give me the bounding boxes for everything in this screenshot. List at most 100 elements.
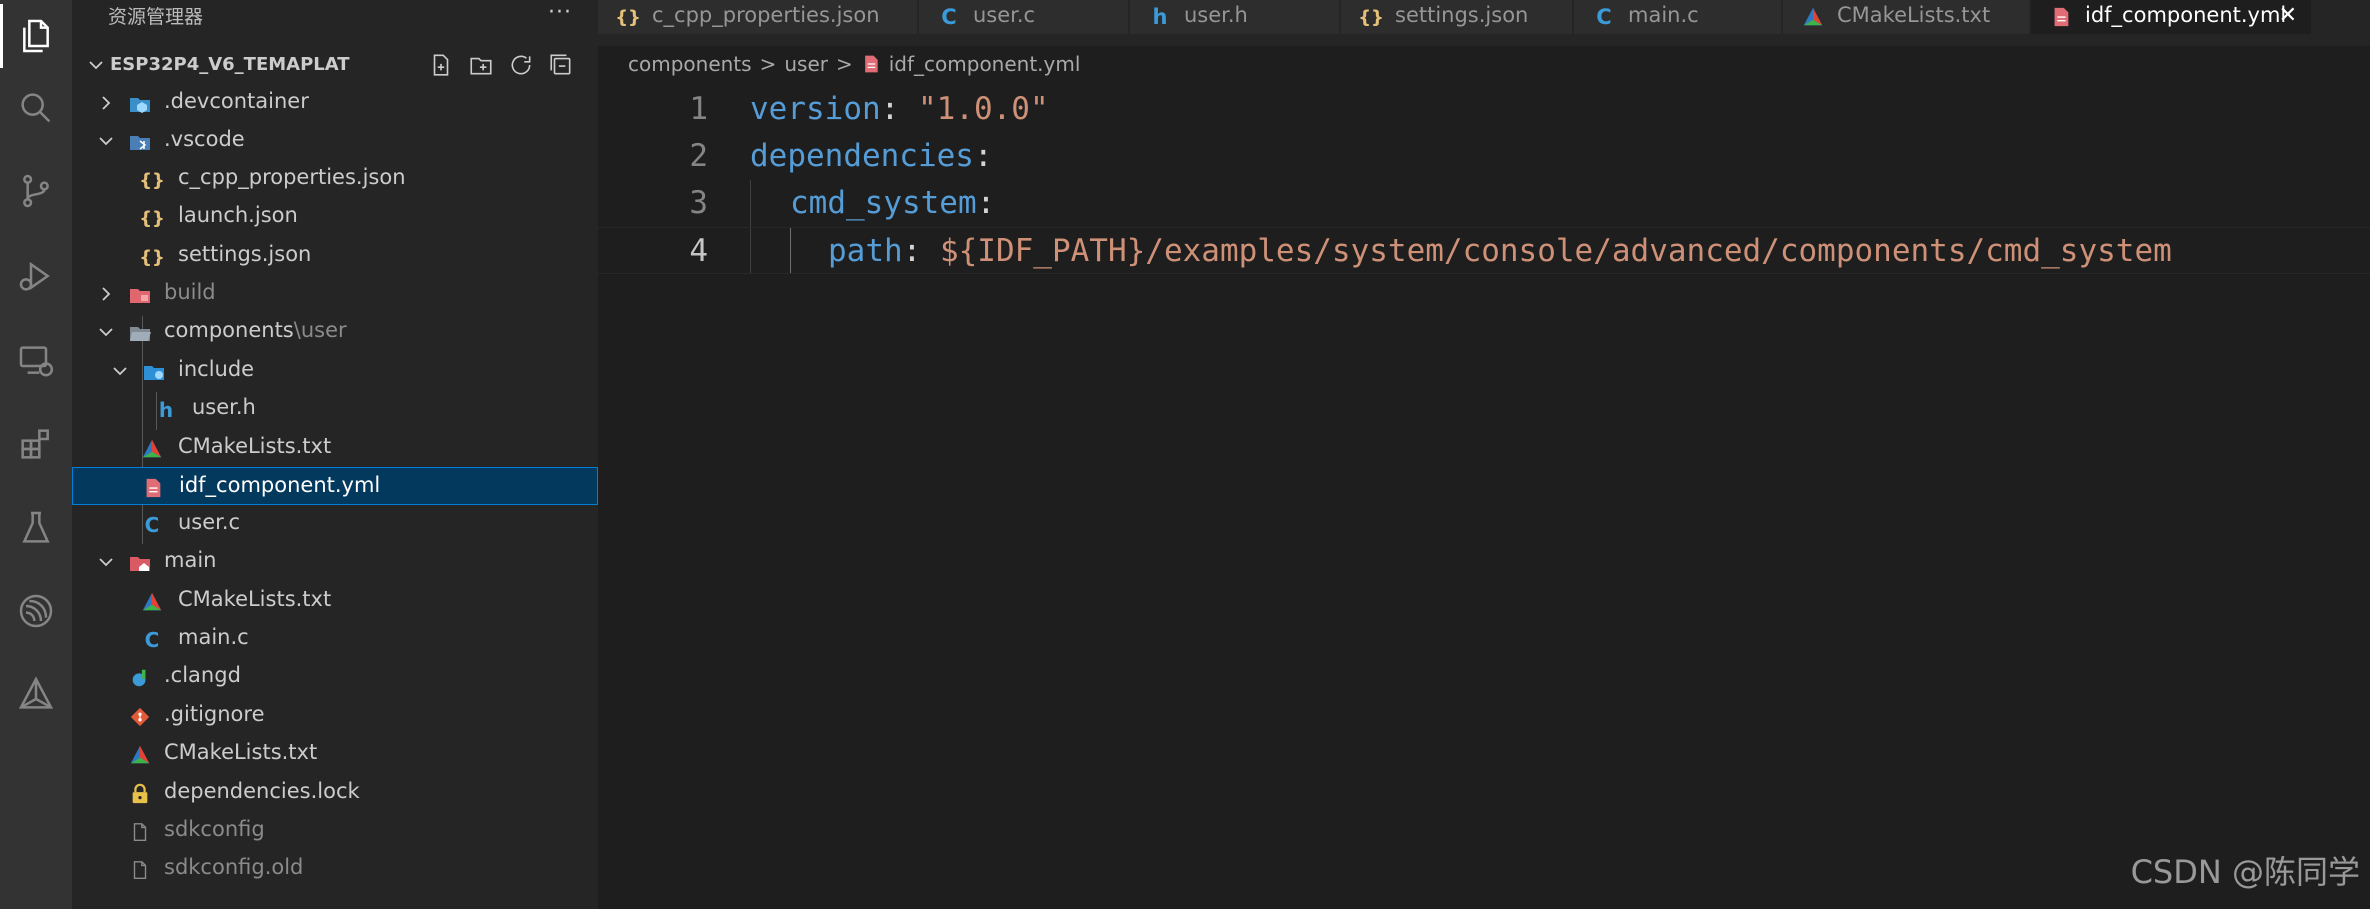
cmake-file-icon bbox=[1801, 4, 1825, 30]
c-file-icon: C bbox=[941, 5, 957, 29]
code-text: dependencies: bbox=[750, 138, 993, 174]
json-file-icon: {} bbox=[615, 6, 641, 28]
breadcrumb-separator: > bbox=[759, 52, 777, 76]
tree-item-gitignore[interactable]: .gitignore bbox=[72, 697, 598, 735]
tree-item-dependencies-lock[interactable]: dependencies.lock bbox=[72, 774, 598, 812]
clangd-file-icon bbox=[128, 666, 152, 690]
chevron-down-icon bbox=[99, 558, 113, 567]
tab-settings-json[interactable]: {} settings.json bbox=[1341, 0, 1573, 34]
more-actions-icon[interactable]: ··· bbox=[548, 0, 572, 26]
tree-item-components[interactable]: components\user bbox=[72, 313, 598, 351]
tab-main-c[interactable]: C main.c bbox=[1574, 0, 1782, 34]
include-folder-icon bbox=[142, 360, 166, 384]
refresh-icon[interactable] bbox=[508, 52, 534, 78]
chevron-down-icon bbox=[113, 367, 127, 376]
breadcrumb-item-file[interactable]: idf_component.yml bbox=[861, 52, 1081, 76]
tab-user-h[interactable]: h user.h bbox=[1130, 0, 1340, 34]
tree-item-user-c[interactable]: C user.c bbox=[72, 505, 598, 543]
yml-file-icon bbox=[864, 55, 878, 73]
tree-item-label: build bbox=[164, 280, 216, 304]
project-header[interactable]: ESP32P4_V6_TEMAPLAT bbox=[72, 48, 598, 82]
tree-item-sdkconfig[interactable]: sdkconfig bbox=[72, 812, 598, 850]
file-icon bbox=[128, 820, 152, 844]
new-file-icon[interactable] bbox=[428, 52, 454, 78]
tab-c-cpp-properties[interactable]: {} c_cpp_properties.json bbox=[598, 0, 918, 34]
tree-item-label: settings.json bbox=[178, 242, 312, 266]
tab-label: user.h bbox=[1184, 3, 1248, 27]
explorer-title: 资源管理器 bbox=[108, 5, 204, 28]
tree-item-devcontainer[interactable]: .devcontainer bbox=[72, 84, 598, 122]
tab-label: settings.json bbox=[1395, 3, 1529, 27]
tree-item-label: CMakeLists.txt bbox=[178, 434, 332, 458]
collapse-all-icon[interactable] bbox=[548, 52, 574, 78]
tree-item-label: main bbox=[164, 548, 217, 572]
tree-item-cmakelists-user[interactable]: CMakeLists.txt bbox=[72, 429, 598, 467]
tab-idf-component-yml[interactable]: idf_component.yml ✕ bbox=[2031, 0, 2312, 34]
cmake-file-icon bbox=[128, 743, 152, 767]
json-file-icon: {} bbox=[139, 207, 165, 229]
vscode-folder-icon bbox=[128, 130, 152, 154]
h-file-icon: h bbox=[158, 398, 174, 422]
tree-item-label: .devcontainer bbox=[164, 89, 309, 113]
watermark: CSDN @陈同学 bbox=[2130, 853, 2360, 891]
cmake-icon[interactable] bbox=[0, 658, 72, 730]
tree-item-label: main.c bbox=[178, 625, 249, 649]
tree-item-user-h[interactable]: h user.h bbox=[72, 390, 598, 428]
tree-item-c-cpp-properties[interactable]: {} c_cpp_properties.json bbox=[72, 160, 598, 198]
tree-item-main[interactable]: main bbox=[72, 543, 598, 581]
tree-item-clangd[interactable]: .clangd bbox=[72, 658, 598, 696]
search-icon[interactable] bbox=[0, 72, 72, 144]
tree-item-cmakelists-root[interactable]: CMakeLists.txt bbox=[72, 735, 598, 773]
tree-item-build[interactable]: build bbox=[72, 275, 598, 313]
source-control-icon[interactable] bbox=[0, 155, 72, 227]
breadcrumb-item[interactable]: user bbox=[784, 52, 828, 76]
tab-label: user.c bbox=[973, 3, 1036, 27]
yml-file-icon bbox=[141, 476, 165, 500]
new-folder-icon[interactable] bbox=[468, 52, 494, 78]
json-file-icon: {} bbox=[139, 246, 165, 268]
line-number: 2 bbox=[689, 138, 708, 174]
tab-label: c_cpp_properties.json bbox=[652, 3, 880, 27]
tab-cmakelists[interactable]: CMakeLists.txt bbox=[1783, 0, 2030, 34]
espressif-icon[interactable] bbox=[0, 575, 72, 647]
tree-item-idf-component-yml[interactable]: idf_component.yml bbox=[72, 467, 598, 505]
tree-item-label: idf_component.yml bbox=[179, 473, 381, 497]
tree-item-main-c[interactable]: C main.c bbox=[72, 620, 598, 658]
code-line: 2 dependencies: bbox=[598, 133, 2370, 180]
run-debug-icon[interactable] bbox=[0, 240, 72, 312]
breadcrumb-item[interactable]: components bbox=[628, 52, 752, 76]
cmake-file-icon bbox=[140, 590, 164, 614]
breadcrumb: components > user > idf_component.yml bbox=[598, 46, 2370, 82]
tab-label: main.c bbox=[1628, 3, 1699, 27]
explorer-icon[interactable] bbox=[0, 0, 72, 72]
tab-user-c[interactable]: C user.c bbox=[919, 0, 1129, 34]
tree-item-label: user.h bbox=[192, 395, 256, 419]
code-editor[interactable]: 1 version: "1.0.0" 2 dependencies: 3 cmd… bbox=[598, 82, 2370, 909]
breadcrumb-file-label: idf_component.yml bbox=[888, 52, 1081, 76]
tree-item-sdkconfig-old[interactable]: sdkconfig.old bbox=[72, 850, 598, 888]
devcontainer-folder-icon bbox=[128, 92, 152, 116]
tree-item-label: sdkconfig bbox=[164, 817, 265, 841]
chevron-right-icon bbox=[102, 96, 111, 110]
tree-item-cmakelists-main[interactable]: CMakeLists.txt bbox=[72, 582, 598, 620]
tree-item-include[interactable]: include bbox=[72, 352, 598, 390]
chevron-down-icon bbox=[99, 137, 113, 146]
tree-item-launch-json[interactable]: {} launch.json bbox=[72, 198, 598, 236]
tree-item-label: sdkconfig.old bbox=[164, 855, 304, 879]
tree-item-label: user.c bbox=[178, 510, 241, 534]
remote-explorer-icon[interactable] bbox=[0, 325, 72, 397]
tree-item-label: include bbox=[178, 357, 255, 381]
tree-item-label: components\user bbox=[164, 318, 347, 342]
tab-label: idf_component.yml bbox=[2085, 3, 2287, 27]
tree-item-settings-json[interactable]: {} settings.json bbox=[72, 237, 598, 275]
tree-item-label: c_cpp_properties.json bbox=[178, 165, 406, 189]
lock-file-icon bbox=[128, 782, 152, 806]
extensions-icon[interactable] bbox=[0, 408, 72, 480]
testing-icon[interactable] bbox=[0, 492, 72, 564]
tree-item-label: .vscode bbox=[164, 127, 245, 151]
git-file-icon bbox=[128, 705, 152, 729]
close-icon[interactable]: ✕ bbox=[2279, 3, 2297, 28]
tree-item-vscode[interactable]: .vscode bbox=[72, 122, 598, 160]
explorer-sidebar: 资源管理器 ··· ESP32P4_V6_TEMAPLAT .devcontai… bbox=[72, 0, 598, 909]
file-icon bbox=[128, 858, 152, 882]
